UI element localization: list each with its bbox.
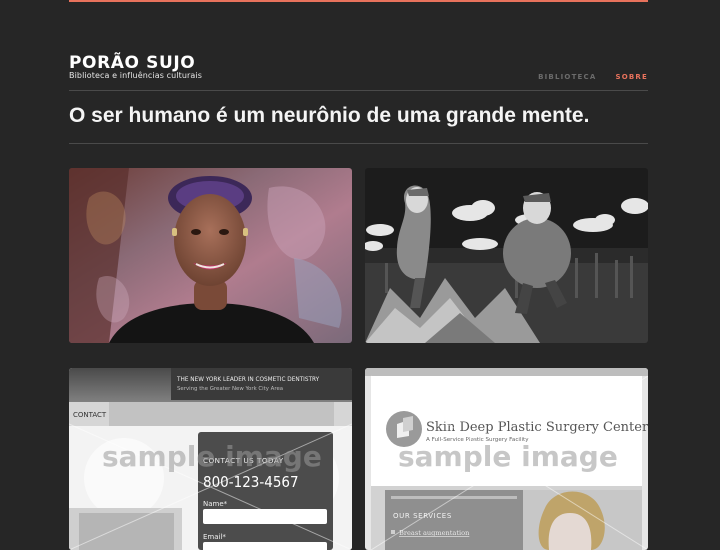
plastic-surgery-template-image: Skin Deep Plastic Surgery Center A Full-… <box>365 368 648 550</box>
banner-line1: THE NEW YORK LEADER IN COSMETIC DENTISTR… <box>176 375 320 383</box>
nav-item-sobre[interactable]: SOBRE <box>616 73 649 81</box>
watermark-text: sample image <box>398 440 618 473</box>
card-sample-plastic-surgery[interactable]: Skin Deep Plastic Surgery Center A Full-… <box>365 368 648 550</box>
tab-contact-label: CONTACT <box>73 411 107 419</box>
banner-line2: Serving the Greater New York City Area <box>177 386 283 392</box>
surgery-title: Skin Deep Plastic Surgery Center <box>426 420 648 435</box>
site-header: PORÃO SUJO Biblioteca e influências cult… <box>69 53 648 91</box>
site-title[interactable]: PORÃO SUJO <box>69 53 195 73</box>
dentistry-template-image: THE NEW YORK LEADER IN COSMETIC DENTISTR… <box>69 368 352 550</box>
site-subtitle: Biblioteca e influências culturais <box>69 71 203 80</box>
card-sample-dentistry[interactable]: THE NEW YORK LEADER IN COSMETIC DENTISTR… <box>69 368 352 550</box>
card-video-portrait[interactable] <box>69 168 352 343</box>
card-illustration[interactable] <box>365 168 648 343</box>
main-nav: BIBLIOTECA SOBRE <box>538 73 648 81</box>
watermark-text: sample image <box>102 440 322 473</box>
contact-phone: 800-123-4567 <box>203 473 299 491</box>
divider <box>69 143 648 144</box>
top-accent-bar <box>69 0 648 2</box>
page-headline: O ser humano é um neurônio de uma grande… <box>69 104 590 127</box>
services-label: OUR SERVICES <box>393 512 452 520</box>
illustration-image <box>365 168 648 343</box>
name-label: Name* <box>203 500 228 508</box>
service-item: Breast augmentation <box>399 529 470 537</box>
portrait-thumbnail-image <box>69 168 352 343</box>
nav-item-biblioteca[interactable]: BIBLIOTECA <box>538 73 596 81</box>
email-label: Email* <box>203 533 226 541</box>
